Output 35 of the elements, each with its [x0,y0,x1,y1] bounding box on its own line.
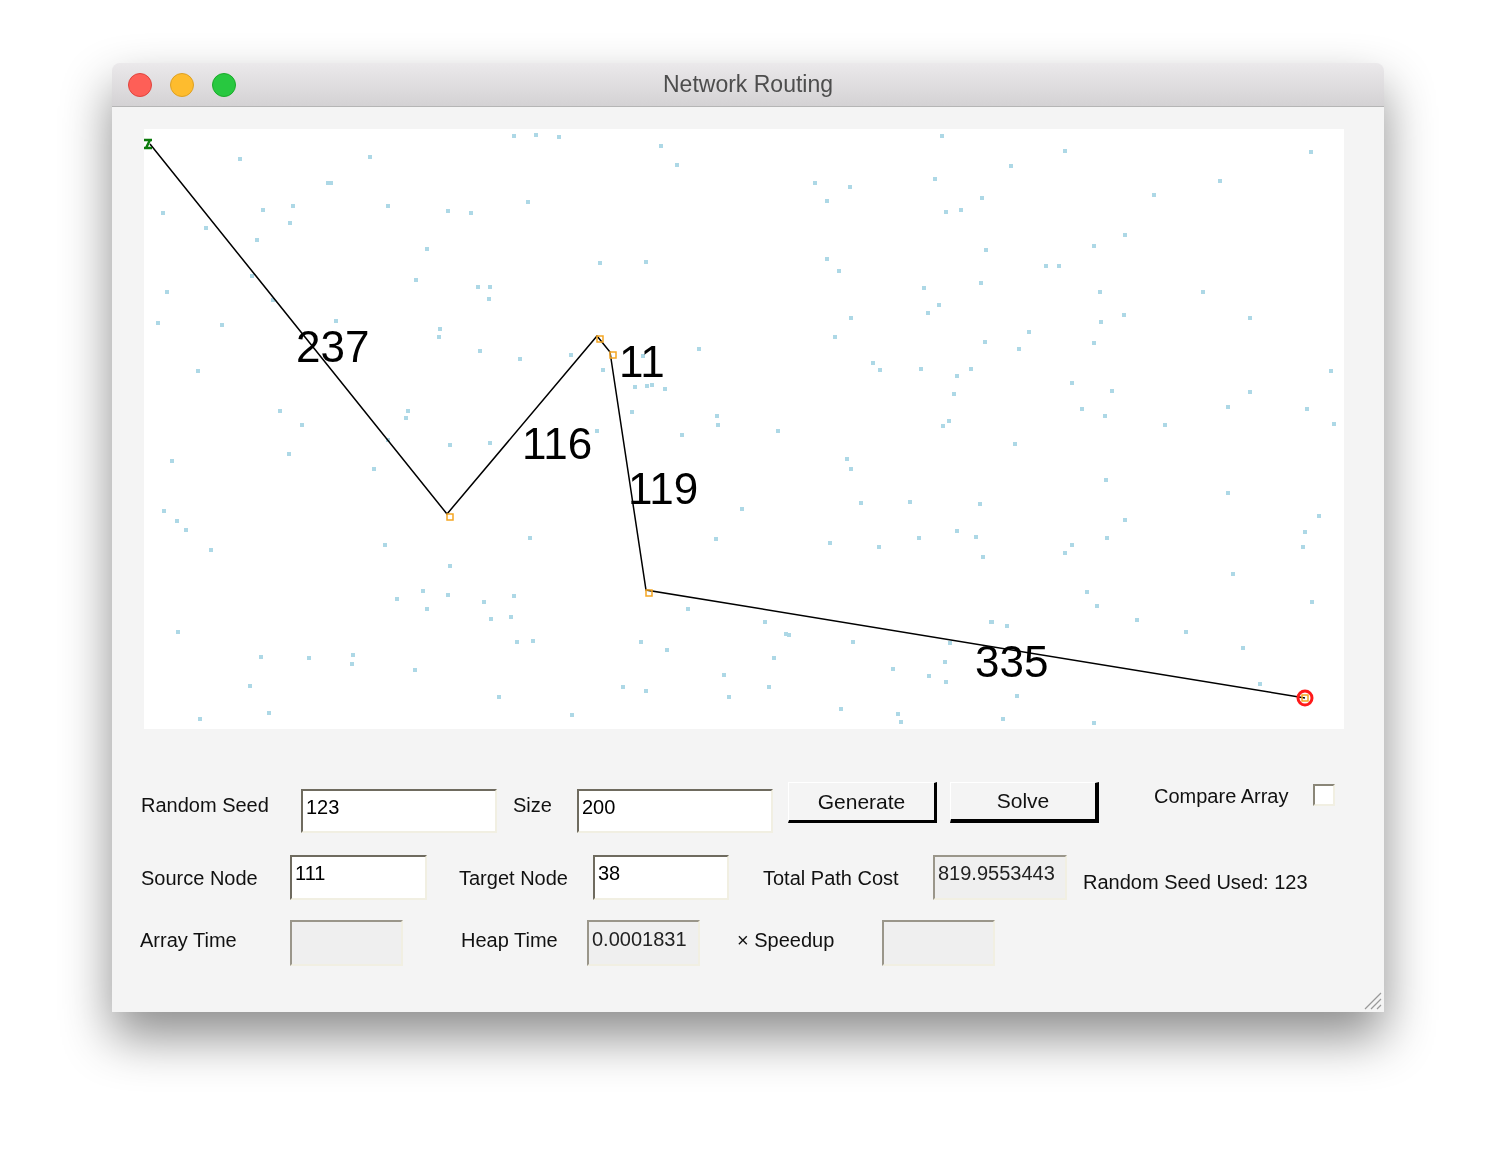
window-title: Network Routing [663,70,833,100]
random-seed-used-text: Random Seed Used: 123 [1083,871,1308,893]
source-node-field[interactable]: 111 [290,855,427,900]
total-path-cost-field[interactable]: 819.9553443 [933,855,1067,900]
maximize-button[interactable] [212,72,236,97]
route-node-marker [609,351,617,359]
route-node-marker [645,589,653,597]
target-node-field[interactable]: 38 [593,855,729,900]
size-label: Size [513,794,552,816]
target-node-marker [1296,689,1314,707]
edge-cost-label: 116 [522,419,593,468]
source-node-marker [144,138,154,150]
heap-time-label: Heap Time [461,929,558,951]
edge-cost-label: 335 [975,637,1049,686]
target-node-label: Target Node [459,867,568,889]
edge-cost-label: 119 [628,464,699,513]
random-seed-field[interactable]: 123 [301,789,497,833]
speedup-label: × Speedup [737,929,835,951]
compare-array-checkbox[interactable] [1313,784,1335,806]
heap-time-field[interactable]: 0.0001831 [587,920,700,966]
edge-cost-label: 11 [619,337,665,386]
total-path-cost-label: Total Path Cost [763,867,899,889]
source-node-label: Source Node [141,867,258,889]
route-node-marker [446,513,454,521]
size-field[interactable]: 200 [577,789,773,833]
close-button[interactable] [128,72,152,97]
compare-array-label: Compare Array [1154,785,1289,807]
action-button[interactable]: Solve [950,782,1099,823]
array-time-field[interactable] [290,920,403,966]
action-button[interactable]: Generate [788,782,937,823]
random-seed-label: Random Seed [141,794,269,816]
route-node-marker [596,335,604,343]
array-time-label: Array Time [140,929,237,951]
minimize-button[interactable] [170,72,194,97]
speedup-field[interactable] [882,920,995,966]
